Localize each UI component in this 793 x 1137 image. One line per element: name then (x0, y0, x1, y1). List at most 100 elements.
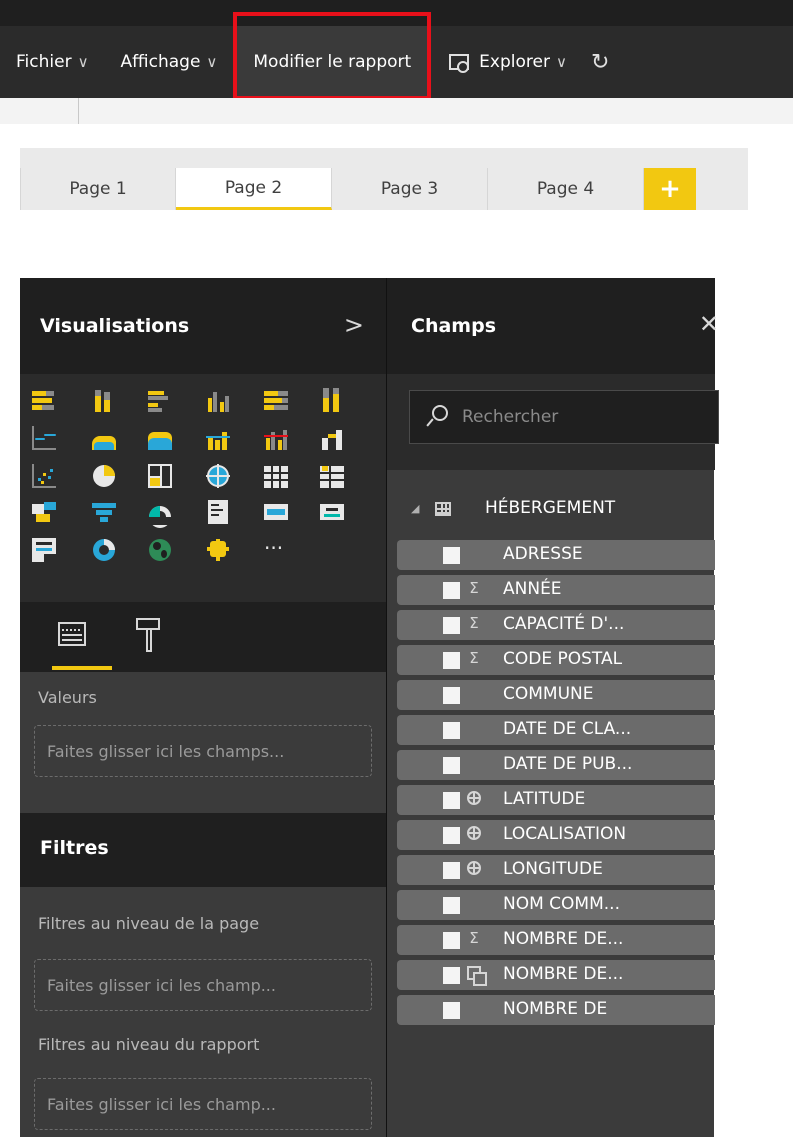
view-menu[interactable]: Affichage ∨ (105, 26, 234, 98)
search-box[interactable] (409, 390, 719, 444)
field-item[interactable]: Σ CODE POSTAL (397, 645, 715, 675)
table-header-hebergement[interactable]: ◢ HÉBERGEMENT (387, 490, 715, 530)
line-clustered-column-icon[interactable] (264, 426, 288, 450)
expand-chevron-icon[interactable]: > (344, 311, 364, 339)
filled-map-icon[interactable] (32, 500, 56, 524)
field-item[interactable]: Σ CAPACITÉ D'... (397, 610, 715, 640)
values-dropzone[interactable]: Faites glisser ici les champs... (34, 725, 372, 777)
report-filters-dropzone[interactable]: Faites glisser ici les champ... (34, 1078, 372, 1130)
fields-tab[interactable] (40, 602, 112, 672)
sigma-icon: Σ (469, 929, 479, 947)
map-icon[interactable] (206, 464, 230, 488)
tab-page-2[interactable]: Page 2 (176, 168, 332, 210)
field-item[interactable]: LATITUDE (397, 785, 715, 815)
field-item[interactable]: Σ NOMBRE DE... (397, 925, 715, 955)
field-item[interactable]: LONGITUDE (397, 855, 715, 885)
multi-row-card-icon[interactable] (206, 500, 230, 524)
explore-menu[interactable]: Explorer ∨ (431, 26, 583, 98)
filters-title: Filtres (40, 837, 109, 859)
explore-icon (447, 53, 470, 73)
field-checkbox[interactable] (443, 862, 460, 879)
field-item[interactable]: NOMBRE DE (397, 995, 715, 1025)
funnel-icon[interactable] (92, 500, 116, 524)
100-percent-bar-icon[interactable] (264, 388, 288, 412)
line-column-icon[interactable] (206, 426, 230, 450)
search-input[interactable] (462, 391, 712, 443)
field-item[interactable]: DATE DE PUB... (397, 750, 715, 780)
field-checkbox[interactable] (443, 652, 460, 669)
field-checkbox[interactable] (443, 582, 460, 599)
chevron-down-icon: ∨ (77, 53, 89, 71)
field-checkbox[interactable] (443, 687, 460, 704)
field-type-spacer (465, 719, 483, 739)
field-item[interactable]: ADRESSE (397, 540, 715, 570)
tab-page-3[interactable]: Page 3 (332, 168, 488, 210)
field-item[interactable]: LOCALISATION (397, 820, 715, 850)
stacked-area-icon[interactable] (148, 426, 172, 450)
menu-row: Fichier ∨ Affichage ∨ Modifier le rappor… (0, 12, 609, 100)
card-icon[interactable] (264, 500, 288, 524)
custom-visual-icon[interactable] (206, 538, 230, 562)
field-item[interactable]: NOM COMM... (397, 890, 715, 920)
tab-page-1[interactable]: Page 1 (20, 168, 176, 210)
gauge-icon[interactable] (148, 500, 172, 528)
field-checkbox[interactable] (443, 827, 460, 844)
donut-chart-icon[interactable] (92, 538, 116, 562)
line-chart-icon[interactable] (32, 426, 56, 450)
field-name: LATITUDE (503, 789, 586, 809)
refresh-icon[interactable]: ↻ (583, 50, 609, 75)
field-name: NOMBRE DE... (503, 929, 624, 949)
field-item[interactable]: NOMBRE DE... (397, 960, 715, 990)
close-icon[interactable]: ✕ (699, 310, 719, 338)
scatter-chart-icon[interactable] (32, 464, 56, 488)
field-checkbox[interactable] (443, 967, 460, 984)
kpi-icon[interactable] (320, 500, 344, 524)
slicer-icon[interactable] (32, 538, 56, 562)
chevron-down-icon: ∨ (555, 53, 567, 71)
tab-page-4[interactable]: Page 4 (488, 168, 644, 210)
format-tab[interactable] (112, 602, 184, 672)
add-page-button[interactable]: + (644, 168, 696, 210)
search-icon (426, 405, 448, 429)
collapse-triangle-icon[interactable]: ◢ (411, 502, 419, 515)
field-checkbox[interactable] (443, 617, 460, 634)
field-item[interactable]: DATE DE CLA... (397, 715, 715, 745)
field-name: LONGITUDE (503, 859, 603, 879)
globe-map-icon[interactable] (148, 538, 172, 562)
file-menu[interactable]: Fichier ∨ (0, 26, 105, 98)
fields-header: Champs ✕ (387, 278, 719, 374)
area-chart-icon[interactable] (92, 426, 116, 450)
more-visuals-icon[interactable]: ··· (264, 538, 294, 562)
field-type-spacer (465, 999, 483, 1019)
field-type-spacer (465, 754, 483, 774)
tabs-strip (20, 148, 748, 168)
field-checkbox[interactable] (443, 932, 460, 949)
field-checkbox[interactable] (443, 757, 460, 774)
stacked-bar-icon[interactable] (32, 388, 56, 412)
field-checkbox[interactable] (443, 1002, 460, 1019)
treemap-icon[interactable] (148, 464, 172, 488)
field-item[interactable]: COMMUNE (397, 680, 715, 710)
field-type-spacer (465, 544, 483, 564)
field-checkbox[interactable] (443, 897, 460, 914)
sigma-icon: Σ (469, 614, 479, 632)
page-filters-label: Filtres au niveau de la page (38, 914, 260, 933)
pie-chart-icon[interactable] (92, 464, 116, 488)
ellipsis-label: ··· (264, 536, 284, 560)
ribbon-chart-icon[interactable] (320, 426, 344, 450)
page-filters-dropzone[interactable]: Faites glisser ici les champ... (34, 959, 372, 1011)
field-item[interactable]: Σ ANNÉE (397, 575, 715, 605)
sigma-icon: Σ (469, 579, 479, 597)
filters-header: Filtres (20, 813, 386, 887)
stacked-column-icon[interactable] (92, 388, 116, 412)
clustered-bar-icon[interactable] (148, 388, 172, 412)
matrix-icon[interactable] (320, 464, 344, 488)
clustered-column-icon[interactable] (206, 388, 230, 412)
field-checkbox[interactable] (443, 792, 460, 809)
field-checkbox[interactable] (443, 547, 460, 564)
edit-report-button[interactable]: Modifier le rapport (233, 12, 432, 100)
table-visual-icon[interactable] (264, 464, 288, 488)
100-percent-column-icon[interactable] (320, 388, 344, 412)
field-type-spacer (465, 894, 483, 914)
field-checkbox[interactable] (443, 722, 460, 739)
